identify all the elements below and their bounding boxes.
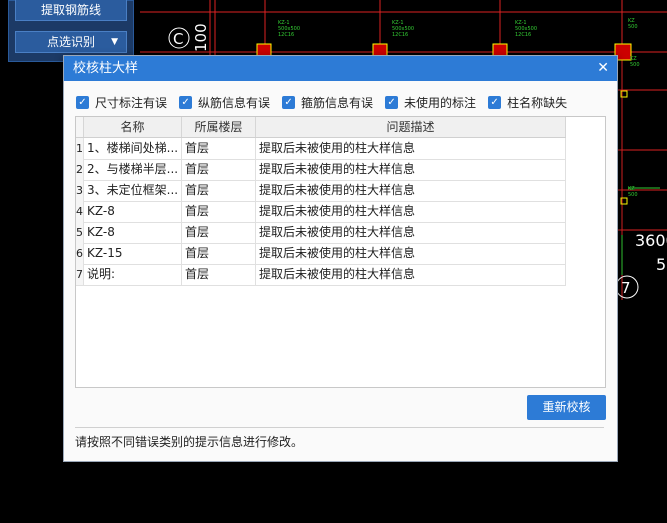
filter-dimension-error[interactable]: ✓ 尺寸标注有误: [76, 94, 167, 110]
cell-description: 提取后未被使用的柱大样信息: [256, 180, 566, 201]
dim-5-label: 5: [656, 255, 666, 274]
svg-text:12C16: 12C16: [392, 32, 408, 38]
cell-name: KZ-15: [84, 243, 182, 264]
cell-name: 3、未定位框架...: [84, 180, 182, 201]
filter-label: 尺寸标注有误: [95, 95, 168, 110]
table-row[interactable]: 5 KZ-8 首层 提取后未被使用的柱大样信息: [76, 222, 566, 244]
extract-rebar-button[interactable]: 提取钢筋线: [15, 0, 127, 21]
svg-text:12C16: 12C16: [515, 32, 531, 38]
cell-floor: 首层: [182, 222, 256, 243]
cell-description: 提取后未被使用的柱大样信息: [256, 264, 566, 285]
dialog-title: 校核柱大样: [73, 61, 139, 76]
cell-floor: 首层: [182, 138, 256, 159]
cell-name: KZ-8: [84, 222, 182, 243]
filter-unused-annotation[interactable]: ✓ 未使用的标注: [385, 94, 476, 110]
check-column-detail-dialog: 校核柱大样 ✕ ✓ 尺寸标注有误 ✓ 纵筋信息有误 ✓ 箍筋信息有误 ✓ 未使用…: [63, 55, 618, 462]
cell-name: 1、楼梯间处梯...: [84, 138, 182, 159]
dim-100-label: 100: [192, 23, 210, 52]
cell-name: 2、与楼梯半层...: [84, 159, 182, 180]
header-description[interactable]: 问题描述: [256, 117, 566, 137]
cell-description: 提取后未被使用的柱大样信息: [256, 222, 566, 243]
header-index-cell: [76, 117, 84, 137]
cell-floor: 首层: [182, 264, 256, 285]
header-floor[interactable]: 所属楼层: [182, 117, 256, 137]
cell-name: 说明:: [84, 264, 182, 285]
issues-table[interactable]: 名称 所属楼层 问题描述 1 1、楼梯间处梯... 首层 提取后未被使用的柱大样…: [75, 116, 606, 388]
dialog-titlebar[interactable]: 校核柱大样 ✕: [64, 56, 617, 81]
cell-floor: 首层: [182, 180, 256, 201]
filter-stirrup-error[interactable]: ✓ 箍筋信息有误: [282, 94, 373, 110]
row-index: 5: [76, 222, 84, 243]
table-row[interactable]: 4 KZ-8 首层 提取后未被使用的柱大样信息: [76, 201, 566, 223]
cell-floor: 首层: [182, 201, 256, 222]
point-select-label: 点选识别: [46, 35, 95, 49]
checkbox-checked-icon[interactable]: ✓: [76, 95, 89, 109]
checkbox-checked-icon[interactable]: ✓: [282, 95, 296, 109]
point-select-button[interactable]: 点选识别 ▼: [15, 31, 127, 53]
filter-label: 未使用的标注: [404, 95, 477, 110]
cell-description: 提取后未被使用的柱大样信息: [256, 201, 566, 222]
filter-label: 箍筋信息有误: [301, 95, 374, 110]
svg-text:500: 500: [628, 192, 638, 198]
dim-3600-label: 3600: [635, 231, 667, 250]
chevron-down-icon[interactable]: ▼: [111, 32, 118, 52]
row-index: 1: [76, 138, 84, 159]
extract-rebar-label: 提取钢筋线: [40, 3, 101, 17]
checkbox-checked-icon[interactable]: ✓: [179, 95, 193, 109]
table-row[interactable]: 6 KZ-15 首层 提取后未被使用的柱大样信息: [76, 243, 566, 265]
filter-missing-column-name[interactable]: ✓ 柱名称缺失: [488, 94, 567, 110]
recheck-button[interactable]: 重新校核: [527, 395, 606, 420]
header-name[interactable]: 名称: [84, 117, 182, 137]
table-row[interactable]: 7 说明: 首层 提取后未被使用的柱大样信息: [76, 264, 566, 286]
filter-label: 柱名称缺失: [507, 95, 568, 110]
cell-floor: 首层: [182, 243, 256, 264]
close-icon[interactable]: ✕: [597, 56, 609, 81]
filter-label: 纵筋信息有误: [198, 95, 271, 110]
table-row[interactable]: 2 2、与楼梯半层... 首层 提取后未被使用的柱大样信息: [76, 159, 566, 181]
cell-description: 提取后未被使用的柱大样信息: [256, 159, 566, 180]
checkbox-checked-icon[interactable]: ✓: [488, 95, 502, 109]
row-index: 3: [76, 180, 84, 201]
row-index: 7: [76, 264, 84, 285]
row-index: 2: [76, 159, 84, 180]
cell-name: KZ-8: [84, 201, 182, 222]
table-header: 名称 所属楼层 问题描述: [76, 117, 566, 138]
cell-floor: 首层: [182, 159, 256, 180]
svg-text:500: 500: [628, 24, 638, 30]
checkbox-checked-icon[interactable]: ✓: [385, 95, 399, 109]
tool-panel: 提取钢筋线 点选识别 ▼: [8, 0, 134, 62]
row-index: 4: [76, 201, 84, 222]
svg-text:500: 500: [630, 62, 640, 68]
filter-checkboxes: ✓ 尺寸标注有误 ✓ 纵筋信息有误 ✓ 箍筋信息有误 ✓ 未使用的标注 ✓ 柱名…: [76, 94, 579, 110]
filter-longitudinal-rebar-error[interactable]: ✓ 纵筋信息有误: [179, 94, 270, 110]
row-index: 6: [76, 243, 84, 264]
cell-description: 提取后未被使用的柱大样信息: [256, 243, 566, 264]
status-message: 请按照不同错误类别的提示信息进行修改。: [75, 435, 304, 449]
table-row[interactable]: 1 1、楼梯间处梯... 首层 提取后未被使用的柱大样信息: [76, 138, 566, 160]
axis-c-label: C: [173, 30, 183, 48]
status-divider: [75, 427, 604, 428]
cell-description: 提取后未被使用的柱大样信息: [256, 138, 566, 159]
table-row[interactable]: 3 3、未定位框架... 首层 提取后未被使用的柱大样信息: [76, 180, 566, 202]
svg-text:12C16: 12C16: [278, 32, 294, 38]
axis-7-label: 7: [621, 279, 631, 297]
